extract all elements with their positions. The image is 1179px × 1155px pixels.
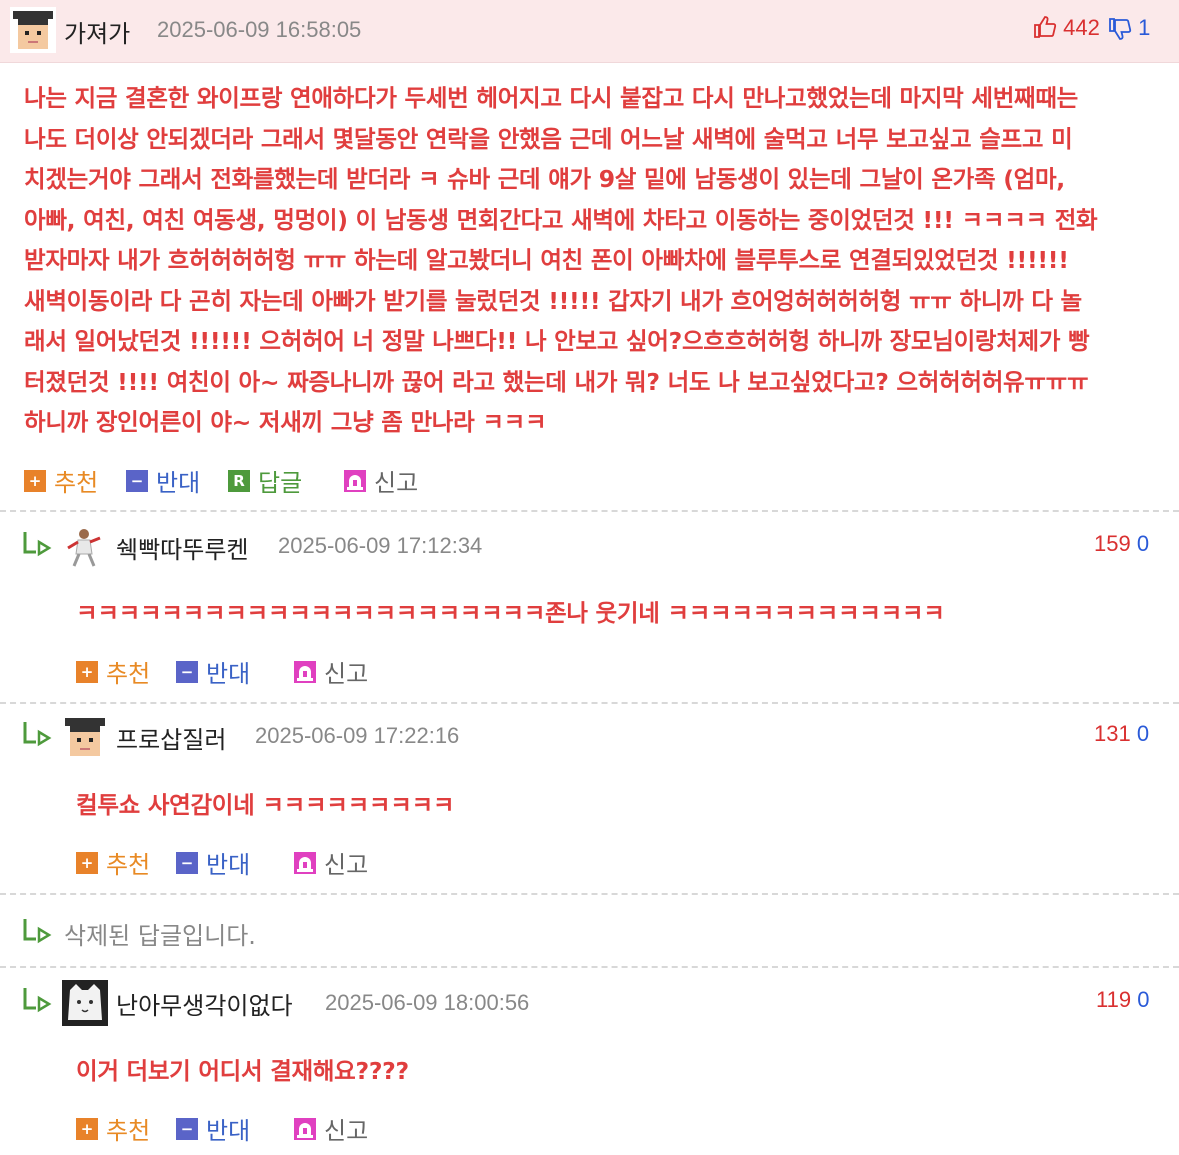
recommend-label: 추천 [106,851,151,879]
thumbs-down-icon[interactable] [1108,17,1132,41]
plus-icon: + [24,469,46,492]
oppose-button[interactable]: − 반대 [176,1111,250,1146]
siren-icon [294,851,316,874]
author-nickname[interactable]: 가져가 [64,14,130,49]
recommend-button[interactable]: + 추천 [24,463,98,498]
avatar[interactable] [62,980,108,1026]
minus-icon: − [176,660,198,683]
report-button[interactable]: 신고 [294,845,368,880]
post-body-line: 래서 일어났던것 !!!!!! 으허허어 너 정말 나쁘다!! 나 안보고 싶어… [24,327,1090,355]
comment-votes: 159 0 [1094,531,1149,557]
comment-actions: + 추천 − 반대 신고 [76,845,396,879]
post-body-line: 터졌던것 !!!! 여친이 아~ 짜증나니까 끊어 라고 했는데 내가 뭐? 너… [24,367,1089,396]
avatar[interactable] [62,714,108,760]
post-header: 가져가 2025-06-09 16:58:05 442 1 [0,0,1179,63]
comment-date: 2025-06-09 17:12:34 [278,533,483,558]
report-button[interactable]: 신고 [294,654,368,689]
report-label: 신고 [324,1117,369,1145]
reply-arrow-icon [23,988,52,1013]
reply-arrow-icon [23,722,52,747]
post-body-line: 나는 지금 결혼한 와이프랑 연애하다가 두세번 헤어지고 다시 붙잡고 다시 … [24,84,1078,112]
up-count: 119 [1096,987,1132,1012]
report-button[interactable]: 신고 [294,1111,368,1146]
comment-nickname[interactable]: 프로삽질러 [116,720,226,755]
oppose-label: 반대 [206,660,251,688]
comment-nickname[interactable]: 쉑빡따뚜루켄 [116,530,248,565]
recommend-label: 추천 [106,1117,151,1145]
down-count: 0 [1136,721,1150,746]
post-body: 나는 지금 결혼한 와이프랑 연애하다가 두세번 헤어지고 다시 붙잡고 다시 … [24,78,1169,443]
avatar[interactable] [64,524,104,568]
reply-arrow-icon [23,532,52,557]
comment-votes: 131 0 [1094,721,1149,747]
comment-actions: + 추천 − 반대 신고 [76,654,396,688]
comment-text: 이거 더보기 어디서 결재해요???? [76,1057,409,1085]
report-label: 신고 [324,851,369,879]
divider [0,893,1179,895]
recommend-button[interactable]: + 추천 [76,1111,150,1146]
up-count: 442 [1063,15,1100,40]
post-body-line: 새벽이동이라 다 곤히 자는데 아빠가 받기를 눌렀던것 !!!!! 갑자기 내… [24,286,1082,315]
thumbs-up-icon[interactable] [1033,15,1057,39]
recommend-button[interactable]: + 추천 [76,654,150,689]
oppose-button[interactable]: − 반대 [176,845,250,880]
post-date: 2025-06-09 16:58:05 [157,17,362,42]
report-label: 신고 [324,660,369,688]
comment-text: ㅋㅋㅋㅋㅋㅋㅋㅋㅋㅋㅋㅋㅋㅋㅋㅋㅋㅋㅋㅋㅋㅋ존나 웃기네 ㅋㅋㅋㅋㅋㅋㅋㅋㅋㅋㅋ… [76,599,945,627]
reply-label: 답글 [258,469,303,497]
reply-button[interactable]: R 답글 [228,463,302,498]
comment-actions: + 추천 − 반대 신고 [76,1111,396,1145]
comment-nickname[interactable]: 난아무생각이없다 [116,986,293,1021]
avatar[interactable] [10,7,56,53]
comment-text: 컬투쇼 사연감이네 ㅋㅋㅋㅋㅋㅋㅋㅋㅋ [76,791,455,819]
oppose-button[interactable]: − 반대 [176,654,250,689]
post-body-line: 치겠는거야 그래서 전화를했는데 받더라 ㅋ 슈바 근데 얘가 9살 밑에 남동… [24,165,1065,193]
deleted-reply-text: 삭제된 답글입니다. [64,922,256,950]
post-body-line: 받자마자 내가 흐허허허허헝 ㅠㅠ 하는데 알고봤더니 여친 폰이 아빠차에 블… [24,246,1069,274]
down-count: 0 [1137,987,1150,1012]
oppose-label: 반대 [206,1117,251,1145]
minus-icon: − [126,469,148,492]
divider [0,510,1179,512]
oppose-label: 반대 [156,469,201,497]
post-body-line: 하니까 장인어른이 야~ 저새끼 그냥 좀 만나라 ㅋㅋㅋ [24,408,547,436]
comment-date: 2025-06-09 18:00:56 [325,990,530,1015]
down-count: 0 [1136,531,1150,556]
post-body-line: 아빠, 여친, 여친 여동생, 멍멍이) 이 남동생 면회간다고 새벽에 차타고… [24,205,1098,234]
down-count: 1 [1138,15,1151,40]
plus-icon: + [76,660,98,683]
post-body-line: 나도 더이상 안되겠더라 그래서 몇달동안 연락을 안했음 근데 어느날 새벽에… [24,124,1073,153]
comment-votes: 119 0 [1096,987,1149,1013]
divider [0,966,1179,968]
divider [0,702,1179,704]
recommend-label: 추천 [106,660,151,688]
up-count: 159 [1094,531,1131,556]
plus-icon: + [76,851,98,874]
post-actions: + 추천 − 반대 R 답글 신고 [24,463,524,497]
recommend-label: 추천 [54,469,99,497]
oppose-button[interactable]: − 반대 [126,463,200,498]
report-label: 신고 [374,469,419,497]
plus-icon: + [76,1117,98,1140]
minus-icon: − [176,851,198,874]
recommend-button[interactable]: + 추천 [76,845,150,880]
reply-arrow-icon [23,919,52,944]
siren-icon [294,660,316,683]
minus-icon: − [176,1117,198,1140]
siren-icon [294,1117,316,1140]
reply-r-icon: R [228,469,250,492]
post-votes: 442 1 [1033,15,1150,41]
siren-icon [344,469,366,492]
comment-date: 2025-06-09 17:22:16 [255,723,460,748]
report-button[interactable]: 신고 [344,463,418,498]
up-count: 131 [1094,721,1131,746]
oppose-label: 반대 [206,851,251,879]
